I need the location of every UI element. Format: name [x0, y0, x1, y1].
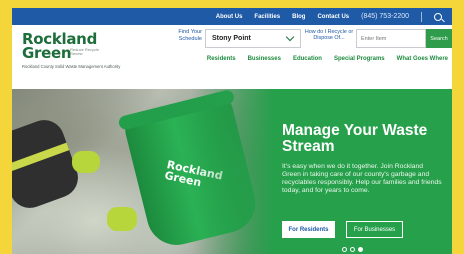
search-button[interactable]: Search — [426, 29, 452, 48]
site-header: Rockland Green Reduce Recycle Renew Rock… — [12, 25, 452, 81]
hero-title: Manage Your Waste Stream — [282, 122, 428, 155]
nav-about-us[interactable]: About Us — [216, 14, 243, 20]
browser-window: About Us Facilities Blog Contact Us (845… — [12, 8, 452, 254]
hero-text: Manage Your Waste Stream It's easy when … — [282, 123, 442, 195]
phone-number[interactable]: (845) 753-2200 — [361, 13, 409, 20]
divider — [421, 11, 422, 22]
nav-facilities[interactable]: Facilities — [254, 14, 280, 20]
utility-nav: About Us Facilities Blog Contact Us (845… — [216, 8, 452, 25]
hero-photo: Rockland Green — [12, 89, 282, 254]
find-schedule-label: Find Your Schedule — [178, 29, 202, 42]
schedule-select-value: Stony Point — [212, 35, 251, 42]
glove — [72, 151, 100, 173]
photo-fade — [192, 89, 282, 254]
recycle-lookup-label: How do I Recycle or Dispose Of... — [304, 29, 354, 42]
nav-residents[interactable]: Residents — [207, 56, 236, 62]
hero-body: It's easy when we do it together. Join R… — [282, 163, 442, 194]
for-residents-button[interactable]: For Residents — [282, 221, 335, 238]
schedule-select[interactable]: Stony Point — [205, 29, 301, 48]
chevron-down-icon — [285, 32, 295, 42]
nav-education[interactable]: Education — [293, 56, 322, 62]
nav-businesses[interactable]: Businesses — [248, 56, 281, 62]
utility-bar: About Us Facilities Blog Contact Us (845… — [12, 8, 452, 25]
item-search-input[interactable] — [356, 29, 426, 48]
slide-indicators — [342, 247, 363, 252]
nav-contact-us[interactable]: Contact Us — [317, 14, 349, 20]
nav-what-goes-where[interactable]: What Goes Where — [397, 56, 448, 62]
logo-tagline: Reduce Recycle Renew — [70, 47, 100, 57]
nav-special-programs[interactable]: Special Programs — [334, 56, 385, 62]
nav-blog[interactable]: Blog — [292, 14, 305, 20]
reflective-stripe — [12, 142, 70, 175]
slide-dot-3[interactable] — [358, 247, 363, 252]
glove — [107, 207, 137, 231]
hero-banner: Rockland Green Manage Your Waste Stream … — [12, 89, 452, 254]
slide-dot-2[interactable] — [350, 247, 355, 252]
for-businesses-button[interactable]: For Businesses — [346, 221, 403, 238]
logo-authority: Rockland County Solid Waste Management A… — [22, 64, 121, 69]
main-nav: Residents Businesses Education Special P… — [207, 56, 452, 62]
slide-dot-1[interactable] — [342, 247, 347, 252]
search-icon[interactable] — [434, 12, 442, 21]
site-logo[interactable]: Rockland Green Reduce Recycle Renew Rock… — [22, 32, 122, 72]
